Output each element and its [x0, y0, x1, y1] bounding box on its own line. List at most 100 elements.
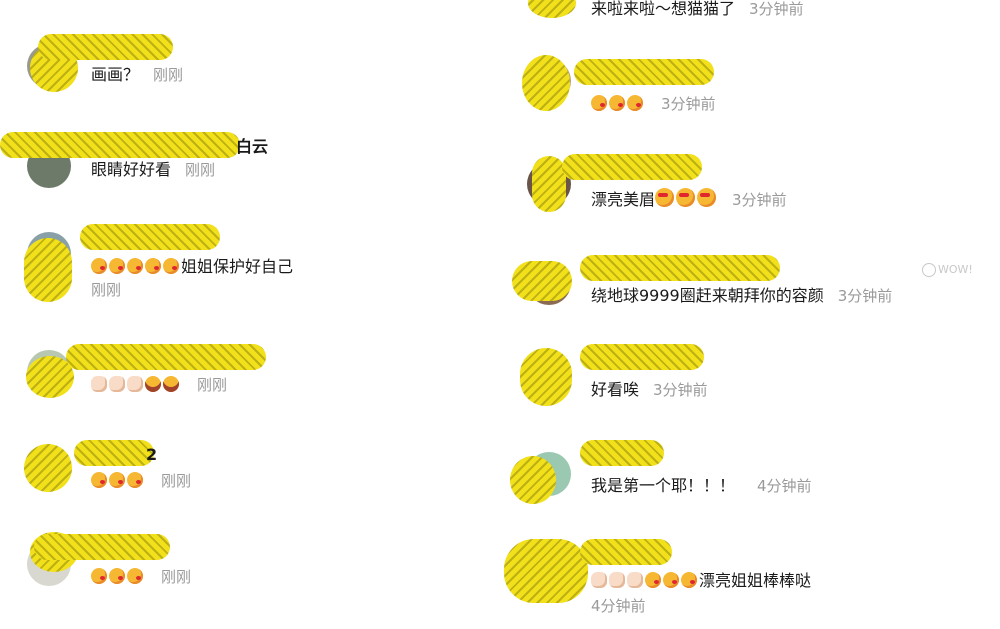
username-mosaic	[80, 224, 220, 250]
kiss-emoji-icon	[109, 568, 125, 584]
heart-eyes-emoji-icon	[697, 188, 717, 207]
username-suffix: 2	[146, 445, 158, 464]
comment-item[interactable]: 3分钟前	[500, 55, 1000, 115]
comment-text: 来啦来啦～想猫猫了	[591, 0, 736, 18]
username-mosaic	[580, 255, 780, 281]
kiss-emoji-icon	[663, 572, 679, 588]
comment-text-row: 漂亮美眉 3分钟前	[591, 188, 787, 211]
kiss-emoji-icon	[145, 258, 161, 274]
username-mosaic	[574, 59, 714, 85]
comment-text: 画画？	[91, 65, 140, 84]
kiss-emoji-icon	[627, 95, 643, 111]
comment-item[interactable]: 漂亮姐姐棒棒哒 4分钟前	[500, 533, 1000, 623]
comment-item[interactable]: 画画？ 刚刚	[0, 30, 500, 92]
avatar-mosaic	[512, 261, 572, 301]
username-mosaic	[580, 539, 672, 565]
comment-text: 好看唉	[591, 380, 640, 399]
right-comment-column: 来啦来啦～想猫猫了 3分钟前 3分钟前 漂亮美眉 3分钟前 绕地球9999圈赶来朝拜…	[500, 0, 1000, 629]
comment-item[interactable]: 绕地球9999圈赶来朝拜你的容颜 3分钟前 WOW!	[500, 255, 1000, 315]
comment-text: 漂亮姐姐棒棒哒	[699, 571, 812, 590]
comment-time: 4分钟前	[591, 597, 646, 615]
username-mosaic	[74, 440, 154, 466]
comment-item[interactable]: 姐姐保护好自己 刚刚	[0, 222, 500, 302]
comment-time: 刚刚	[161, 472, 192, 490]
clap-emoji-icon	[609, 572, 625, 588]
kiss-emoji-icon	[91, 568, 107, 584]
wow-face-icon	[922, 263, 936, 277]
comment-text: 漂亮美眉	[591, 190, 656, 209]
comment-time: 刚刚	[197, 376, 228, 394]
comment-time: 刚刚	[91, 281, 122, 299]
heart-eyes-emoji-icon	[676, 188, 696, 207]
comment-text: 姐姐保护好自己	[181, 257, 294, 276]
username-mosaic	[0, 132, 240, 158]
comment-text-row: 刚刚	[91, 470, 191, 492]
username-mosaic	[580, 440, 664, 466]
comment-text-row: 刚刚	[91, 566, 191, 588]
username-mosaic	[562, 154, 702, 180]
comment-time: 3分钟前	[837, 287, 893, 305]
comment-text-row: 眼睛好好看 刚刚	[91, 159, 215, 181]
kiss-emoji-icon	[109, 472, 125, 488]
comment-text-row: 好看唉 3分钟前	[591, 379, 708, 401]
comment-text-row: 来啦来啦～想猫猫了 3分钟前	[591, 0, 804, 20]
comment-text-row: 我是第一个耶！！！ 4分钟前	[591, 475, 812, 497]
comment-time: 刚刚	[153, 66, 184, 84]
avatar-mosaic	[520, 348, 572, 406]
comment-text-row: 绕地球9999圈赶来朝拜你的容颜 3分钟前	[591, 285, 892, 307]
comment-text-row: 3分钟前	[591, 93, 716, 115]
laugh-emoji-icon	[163, 376, 179, 392]
kiss-emoji-icon	[91, 258, 107, 274]
clap-emoji-icon	[127, 376, 143, 392]
comment-text-row: 漂亮姐姐棒棒哒	[591, 570, 811, 592]
comment-item[interactable]: 我是第一个耶！！！ 4分钟前	[500, 438, 1000, 504]
comment-time: 刚刚	[161, 568, 192, 586]
clap-emoji-icon	[109, 376, 125, 392]
kiss-emoji-icon	[91, 472, 107, 488]
laugh-emoji-icon	[145, 376, 161, 392]
comment-item[interactable]: 刚刚	[0, 340, 500, 400]
avatar-mosaic	[528, 0, 576, 18]
kiss-emoji-icon	[127, 258, 143, 274]
comment-text-row: 画画？ 刚刚	[91, 64, 183, 86]
username-mosaic	[580, 344, 704, 370]
comment-time: 3分钟前	[732, 191, 787, 209]
wow-reaction-button[interactable]: WOW!	[922, 263, 973, 277]
comment-text-row: 刚刚	[91, 374, 227, 396]
kiss-emoji-icon	[163, 258, 179, 274]
clap-emoji-icon	[627, 572, 643, 588]
avatar-mosaic	[532, 156, 566, 212]
username-mosaic	[34, 534, 170, 560]
comment-time: 4分钟前	[757, 477, 812, 495]
avatar-mosaic	[510, 456, 556, 504]
avatar-mosaic	[24, 444, 72, 492]
comment-time: 3分钟前	[749, 0, 804, 18]
kiss-emoji-icon	[609, 95, 625, 111]
username-mosaic	[38, 34, 173, 60]
comment-text: 眼睛好好看	[91, 160, 172, 179]
clap-emoji-icon	[591, 572, 607, 588]
comment-time: 3分钟前	[661, 95, 716, 113]
avatar-mosaic	[24, 238, 72, 302]
comment-item[interactable]: 来啦来啦～想猫猫了 3分钟前	[500, 0, 1000, 28]
username-suffix: 白云	[236, 137, 269, 156]
kiss-emoji-icon	[591, 95, 607, 111]
comment-time: 3分钟前	[653, 381, 708, 399]
comment-item[interactable]: 好看唉 3分钟前	[500, 344, 1000, 406]
comment-text: 我是第一个耶！！！	[591, 476, 736, 495]
comment-item[interactable]: 白云 眼睛好好看 刚刚	[0, 128, 500, 188]
username-mosaic	[66, 344, 266, 370]
left-comment-column: 画画？ 刚刚 白云 眼睛好好看 刚刚 姐姐保护好自己 刚刚 刚刚 2 刚刚 刚刚	[0, 0, 500, 629]
comment-time: 刚刚	[185, 161, 216, 179]
wow-label: WOW!	[938, 263, 973, 276]
kiss-emoji-icon	[127, 472, 143, 488]
clap-emoji-icon	[91, 376, 107, 392]
comment-item[interactable]: 刚刚	[0, 532, 500, 592]
comment-text: 绕地球9999圈赶来朝拜你的容颜	[591, 286, 824, 305]
comment-item[interactable]: 2 刚刚	[0, 436, 500, 496]
kiss-emoji-icon	[681, 572, 697, 588]
avatar-mosaic	[522, 55, 570, 111]
kiss-emoji-icon	[127, 568, 143, 584]
comment-item[interactable]: 漂亮美眉 3分钟前	[500, 152, 1000, 212]
kiss-emoji-icon	[109, 258, 125, 274]
